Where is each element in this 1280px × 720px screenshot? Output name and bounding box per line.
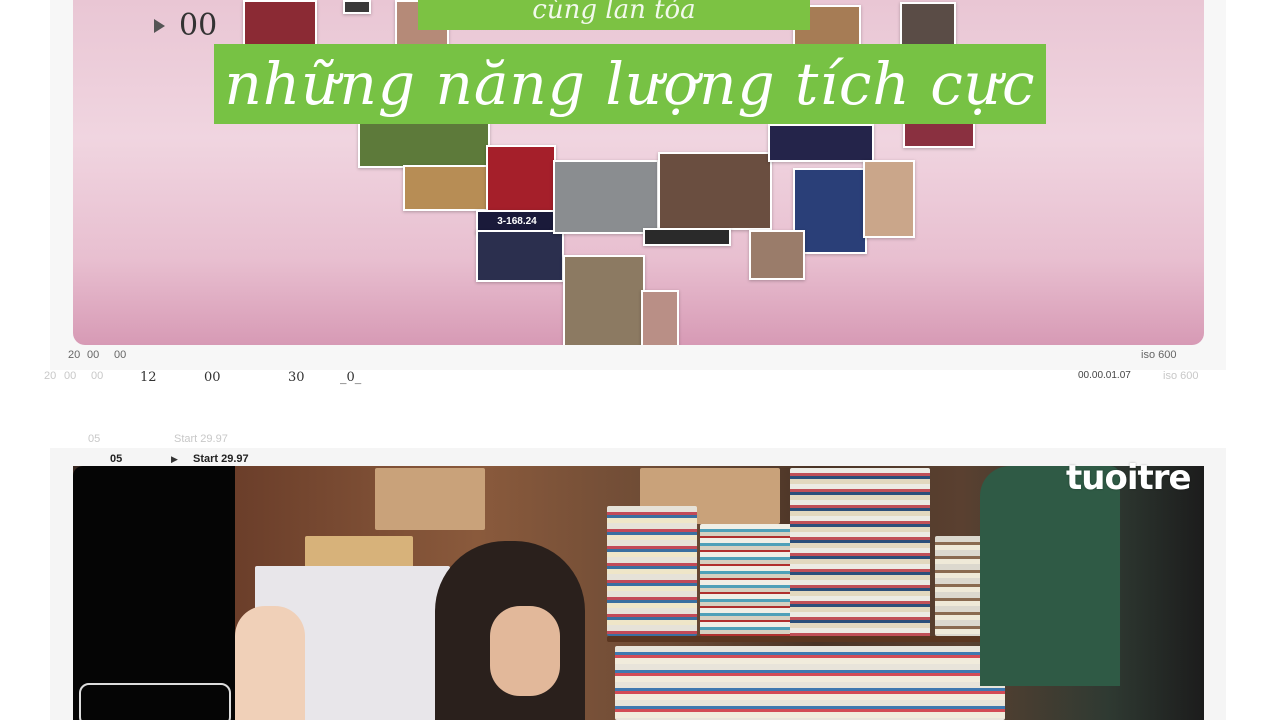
- timecode-hours: 12: [140, 370, 157, 385]
- play-icon[interactable]: [154, 18, 165, 33]
- timecode-full: 00.00.01.07: [1078, 370, 1131, 381]
- book-stacks: [790, 468, 930, 638]
- collage-photo: [563, 255, 645, 345]
- iso-label: iso 600: [1141, 349, 1177, 361]
- collage-photo: [343, 0, 371, 14]
- clip-number-faded: 05: [88, 433, 101, 445]
- iso-label-faded: iso 600: [1163, 370, 1199, 382]
- person-left: [235, 606, 305, 720]
- timecode-part-faded: 00: [64, 370, 77, 382]
- timecode-minutes: 00: [204, 370, 221, 385]
- book-stacks-lower: [615, 646, 1005, 720]
- collage-photo: [903, 122, 975, 148]
- tuoitre-watermark-logo: tuoitre: [1066, 458, 1192, 498]
- collage-photo: [749, 230, 805, 280]
- person-girl-face: [490, 606, 560, 696]
- book-stacks: [607, 506, 697, 636]
- collage-photo: [476, 230, 564, 282]
- banner-title-text: những năng lượng tích cực: [224, 50, 1036, 118]
- collage-photo: [658, 152, 772, 230]
- overlay-time: 00: [179, 8, 218, 43]
- clip-start-faded: Start 29.97: [174, 433, 228, 445]
- collage-photo: [900, 2, 956, 48]
- banner-title: những năng lượng tích cực: [214, 44, 1046, 124]
- collage-photo: [553, 160, 659, 234]
- play-small-icon[interactable]: ▶: [171, 454, 178, 465]
- timecode-seconds: 30: [288, 370, 305, 385]
- timecode-part: 00: [87, 349, 100, 361]
- clip-number: 05: [110, 453, 123, 465]
- shelf-board: [607, 636, 1017, 642]
- timecode-part-faded: 20: [44, 370, 57, 382]
- book-stacks: [700, 524, 792, 636]
- bookstore-scene: [235, 466, 1204, 720]
- video-player-bottom[interactable]: [73, 466, 1204, 720]
- timecode-part: 20: [68, 349, 81, 361]
- collage-photo: [768, 124, 874, 162]
- banner-subtitle: cùng lan tỏa: [418, 0, 810, 30]
- cardboard-sign: [375, 468, 485, 530]
- overlay-frame: [79, 683, 231, 720]
- letterbox-left: [73, 466, 235, 720]
- collage-photo: [641, 290, 679, 345]
- timecode-part: 00: [114, 349, 127, 361]
- collage-photo: [358, 122, 490, 168]
- playback-indicator[interactable]: 00: [154, 8, 217, 43]
- timecode-part-faded: 00: [91, 370, 104, 382]
- clip-start-label: Start 29.97: [193, 453, 249, 465]
- person-green-shirt: [980, 466, 1120, 686]
- collage-photo: [643, 228, 731, 246]
- video-player-top[interactable]: 3-168.24 cùng lan tỏa những năng lượng t…: [73, 0, 1204, 345]
- collage-photo: [403, 165, 491, 211]
- collage-photo: [486, 145, 556, 214]
- timeline-row-2: 20 00 00 12 00 30 _0_ 00.00.01.07 iso 60…: [0, 370, 1280, 386]
- timecode-frames: _0_: [340, 370, 362, 385]
- banner-subtitle-text: cùng lan tỏa: [532, 0, 696, 25]
- timeline-row-1: 20 00 00 iso 600: [0, 349, 1280, 363]
- collage-photo: [863, 160, 915, 238]
- collage-photo: [243, 0, 317, 46]
